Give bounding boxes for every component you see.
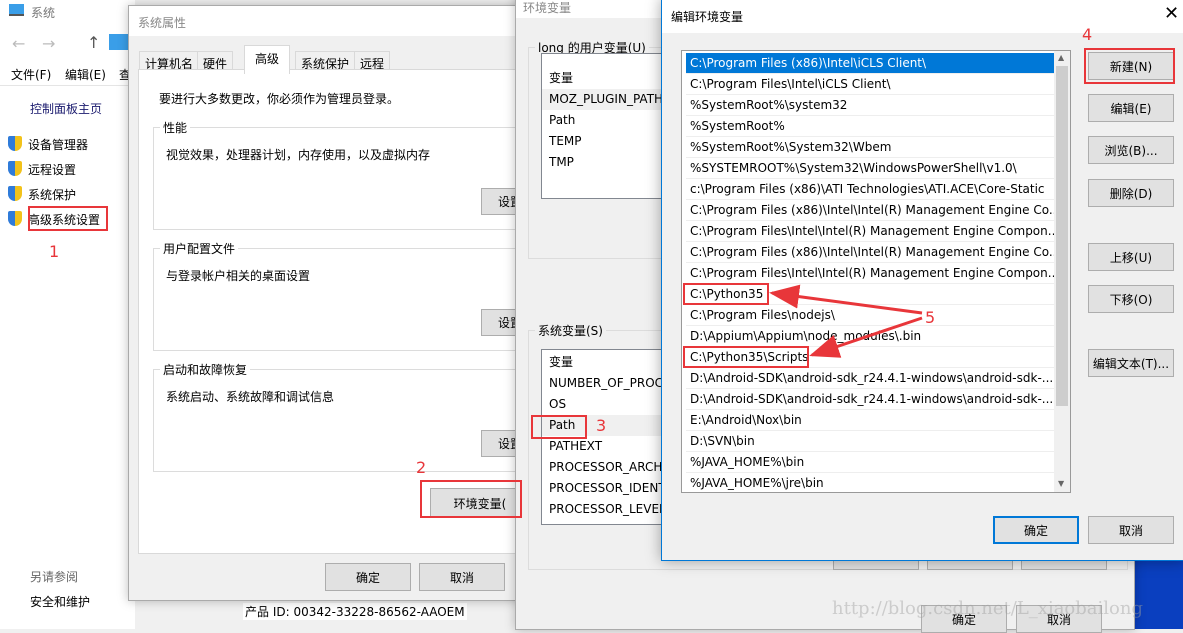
- arrow-to-python35: [769, 284, 923, 315]
- annotation-arrows: [769, 284, 923, 358]
- tab-advanced[interactable]: 高级: [244, 45, 291, 74]
- arrow-to-python35-scripts: [809, 316, 923, 358]
- watermark: http://blog.csdn.net/L_xiaobailong: [832, 598, 1143, 619]
